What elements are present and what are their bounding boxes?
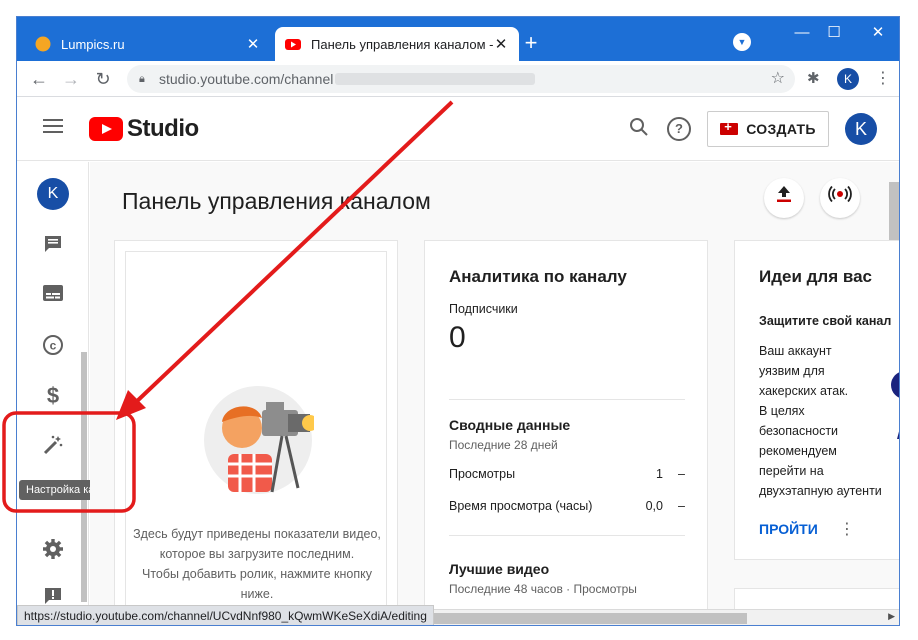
studio-logo[interactable]: Studio bbox=[89, 115, 199, 143]
stat-row-views: Просмотры 1 – bbox=[449, 467, 685, 481]
ideas-subtitle: Защитите свой канал bbox=[759, 314, 892, 328]
ideas-title: Идеи для вас bbox=[759, 267, 873, 286]
more-options-icon[interactable]: ⋮ bbox=[839, 519, 855, 539]
menu-icon[interactable] bbox=[43, 119, 63, 133]
gear-icon[interactable] bbox=[41, 538, 65, 562]
comment-icon[interactable] bbox=[41, 234, 65, 258]
create-video-icon bbox=[720, 119, 739, 135]
tab-studio[interactable]: Панель управления каналом - Y ✕ bbox=[275, 27, 519, 61]
address-url-blurred bbox=[335, 73, 536, 85]
analytics-title: Аналитика по каналу bbox=[449, 267, 627, 286]
summary-title: Сводные данные bbox=[449, 417, 571, 433]
top-videos-title: Лучшие видео bbox=[449, 561, 550, 577]
subscribers-label: Подписчики bbox=[449, 302, 518, 316]
stat-value: 1 bbox=[656, 467, 663, 481]
security-illustration bbox=[891, 372, 899, 439]
upload-text-line: ниже. bbox=[240, 587, 274, 601]
analytics-card: Аналитика по каналу Подписчики 0 Сводные… bbox=[424, 240, 708, 609]
address-url: studio.youtube.com/channel bbox=[159, 71, 334, 87]
upload-card-inner: Здесь будут приведены показатели видео, … bbox=[125, 251, 387, 609]
ideas-card: Идеи для вас Защитите свой канал Ваш акк… bbox=[734, 240, 899, 560]
sidebar-scrollbar[interactable] bbox=[81, 352, 87, 602]
channel-avatar[interactable]: K bbox=[37, 178, 69, 210]
help-icon[interactable]: ? bbox=[667, 117, 691, 141]
dashboard-main: Панель управления каналом Здесь будут пр… bbox=[90, 162, 899, 609]
tab-lumpics[interactable]: Lumpics.ru ✕ bbox=[25, 27, 271, 61]
subscribers-count: 0 bbox=[449, 321, 466, 354]
scroll-right-icon[interactable]: ▶ bbox=[888, 611, 895, 622]
browser-menu-icon[interactable]: ⋮ bbox=[875, 68, 891, 88]
sidebar: K c $ Настройка канала bbox=[17, 162, 127, 609]
new-tab-button[interactable]: + bbox=[517, 29, 545, 57]
divider bbox=[449, 399, 685, 400]
magic-wand-icon[interactable] bbox=[41, 434, 65, 458]
ideas-text-line: двухэтапную аутенти bbox=[759, 484, 882, 498]
ideas-action-link[interactable]: ПРОЙТИ bbox=[759, 521, 818, 537]
stat-row-watch-time: Время просмотра (часы) 0,0 – bbox=[449, 499, 685, 513]
upload-text-line: Здесь будут приведены показатели видео, bbox=[133, 527, 381, 541]
stat-label: Время просмотра (часы) bbox=[449, 499, 593, 513]
maximize-button[interactable]: ☐ bbox=[811, 17, 857, 49]
status-bar-url: https://studio.youtube.com/channel/UCvdN… bbox=[17, 605, 434, 625]
ideas-text-line: уязвим для bbox=[759, 364, 825, 378]
stat-trend: – bbox=[678, 499, 685, 513]
upload-icon[interactable] bbox=[764, 178, 804, 218]
stat-trend: – bbox=[678, 467, 685, 481]
copyright-icon[interactable]: c bbox=[41, 334, 65, 358]
create-button[interactable]: СОЗДАТЬ bbox=[707, 111, 829, 147]
ideas-text-line: перейти на bbox=[759, 464, 824, 478]
subtitles-icon[interactable] bbox=[41, 284, 65, 308]
browser-window: Lumpics.ru ✕ Панель управления каналом -… bbox=[16, 16, 900, 626]
ideas-text-line: рекомендуем bbox=[759, 444, 837, 458]
close-icon[interactable]: ✕ bbox=[245, 35, 261, 53]
studio-header: Studio ? СОЗДАТЬ K bbox=[17, 97, 899, 161]
create-label: СОЗДАТЬ bbox=[746, 121, 816, 137]
youtube-favicon bbox=[285, 39, 301, 50]
address-bar[interactable]: 🔒︎ studio.youtube.com/channel ☆ bbox=[127, 65, 795, 93]
live-broadcast-icon[interactable] bbox=[820, 178, 860, 218]
profile-avatar[interactable]: K bbox=[837, 68, 859, 90]
reload-icon[interactable]: ↻ bbox=[91, 67, 115, 91]
next-card bbox=[734, 588, 899, 609]
lock-icon: 🔒︎ bbox=[139, 72, 145, 85]
camera-operator-illustration bbox=[204, 386, 314, 494]
stat-value: 0,0 bbox=[645, 499, 663, 513]
ideas-text-line: В целях bbox=[759, 404, 805, 418]
lumpics-favicon bbox=[35, 36, 51, 52]
dollar-icon[interactable]: $ bbox=[41, 384, 65, 408]
logo-text: Studio bbox=[127, 115, 199, 142]
page-title: Панель управления каналом bbox=[122, 188, 431, 214]
tab-title: Lumpics.ru bbox=[61, 36, 125, 52]
ideas-text-line: хакерских атак. bbox=[759, 384, 849, 398]
ideas-text-line: безопасности bbox=[759, 424, 839, 438]
tab-search-icon[interactable]: ▼ bbox=[733, 33, 751, 51]
account-avatar[interactable]: K bbox=[845, 113, 877, 145]
extensions-icon[interactable]: ✱ bbox=[807, 69, 820, 87]
upload-text-line: Чтобы добавить ролик, нажмите кнопку bbox=[142, 567, 372, 581]
close-window-button[interactable]: ✕ bbox=[855, 17, 899, 49]
browser-toolbar: ← → ↻ 🔒︎ studio.youtube.com/channel ☆ ✱ … bbox=[17, 61, 899, 97]
tab-strip: Lumpics.ru ✕ Панель управления каналом -… bbox=[17, 17, 899, 61]
search-icon[interactable] bbox=[627, 117, 651, 141]
upload-card: Здесь будут приведены показатели видео, … bbox=[114, 240, 398, 609]
ideas-text-line: Ваш аккаунт bbox=[759, 344, 832, 358]
close-icon[interactable]: ✕ bbox=[493, 35, 509, 53]
star-icon[interactable]: ☆ bbox=[771, 68, 785, 88]
upload-card-message: Здесь будут приведены показатели видео, … bbox=[126, 524, 388, 604]
youtube-play-icon bbox=[89, 117, 123, 141]
svg-text:c: c bbox=[50, 339, 57, 353]
scrollbar-thumb[interactable] bbox=[417, 613, 747, 624]
top-videos-period: Последние 48 часов · Просмотры bbox=[449, 582, 637, 596]
back-arrow-icon[interactable]: ← bbox=[27, 67, 51, 91]
summary-period: Последние 28 дней bbox=[449, 438, 558, 452]
upload-text-line: которое вы загрузите последним. bbox=[159, 547, 355, 561]
ideas-body: Ваш аккаунт уязвим для хакерских атак. В… bbox=[759, 341, 889, 501]
stat-label: Просмотры bbox=[449, 467, 516, 481]
tab-title: Панель управления каналом - Y bbox=[311, 36, 493, 52]
divider bbox=[449, 535, 685, 536]
forward-arrow-icon[interactable]: → bbox=[59, 67, 83, 91]
